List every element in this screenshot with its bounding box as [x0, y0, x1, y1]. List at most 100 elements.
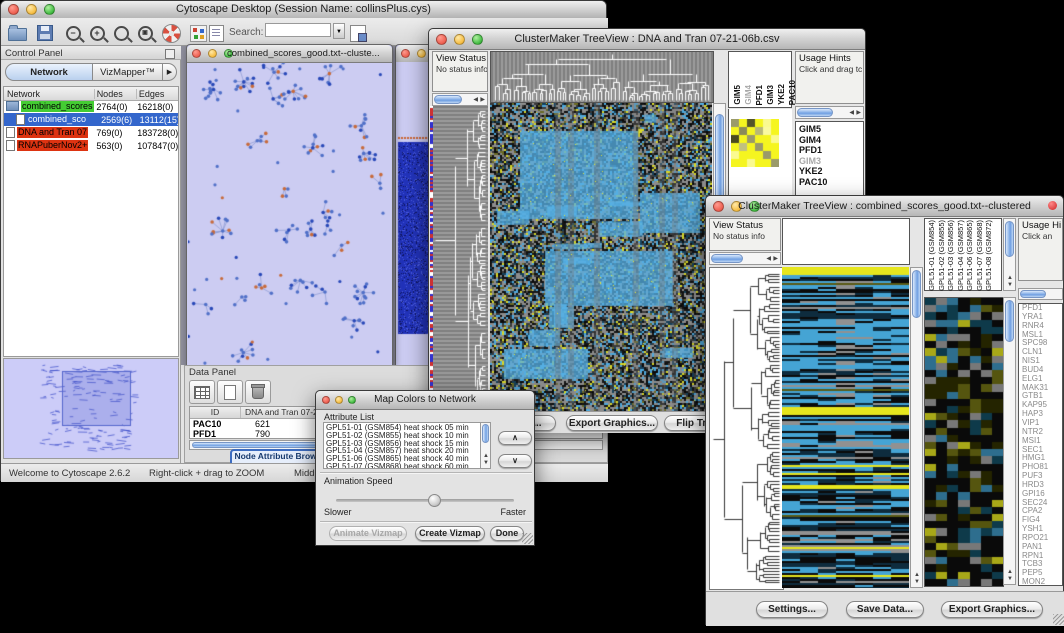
resize-grip[interactable] — [1053, 614, 1064, 625]
gene-label[interactable]: NIS1 — [1022, 357, 1062, 366]
labels-vscrollbar[interactable]: ▲▼ — [1003, 218, 1016, 291]
attribute-list[interactable]: GPL51-01 (GSM854) heat shock 05 minGPL51… — [323, 422, 491, 469]
attribute-list-item[interactable]: GPL51-06 (GSM865) heat shock 40 min — [324, 455, 490, 463]
slider-thumb[interactable] — [428, 494, 441, 507]
open-file-button[interactable] — [6, 22, 28, 44]
gene-label[interactable]: GIM5 — [799, 124, 863, 135]
hints-hscrollbar[interactable] — [1018, 288, 1063, 300]
network-table-header[interactable]: Network Nodes Edges — [4, 87, 178, 101]
gene-label[interactable]: MSL1 — [1022, 331, 1062, 340]
select-attributes-button[interactable] — [189, 380, 215, 404]
array-column-label[interactable]: GIM5 — [733, 85, 742, 105]
heatmap-vscrollbar[interactable]: ▲▼ — [910, 267, 923, 588]
attribute-list-scrollbar[interactable]: ▲▼ — [480, 422, 491, 469]
row-dendrogram[interactable] — [709, 267, 784, 590]
help-button[interactable] — [160, 22, 182, 44]
gene-label[interactable]: CLN1 — [1022, 348, 1062, 357]
gene-label[interactable]: TCB3 — [1022, 560, 1062, 569]
float-panel-icon[interactable] — [165, 49, 175, 59]
main-titlebar[interactable]: Cytoscape Desktop (Session Name: collins… — [1, 1, 606, 19]
gene-label[interactable]: GIM3 — [799, 156, 863, 167]
animate-vizmap-button[interactable]: Animate Vizmap — [329, 526, 407, 541]
labels-hscrollbar[interactable]: ◀▶ — [795, 106, 864, 119]
array-column-label[interactable]: GPL51-08 (GSM872) — [984, 220, 994, 291]
array-column-label[interactable]: GIM3 — [766, 85, 775, 105]
search-options-button[interactable] — [347, 22, 369, 44]
delete-attribute-button[interactable] — [245, 380, 271, 404]
gene-label[interactable]: PFD1 — [1022, 304, 1062, 313]
gene-label[interactable]: KAP95 — [1022, 401, 1062, 410]
annotation-button[interactable] — [205, 22, 227, 44]
gene-label[interactable]: YSH1 — [1022, 525, 1062, 534]
network-window-1[interactable]: combined_scores_good.txt--cluste... — [186, 44, 393, 366]
network-row-combined-scores[interactable]: combined_scores 2764(0) 16218(0) — [4, 100, 178, 113]
row-dendrogram[interactable] — [433, 106, 488, 411]
gene-label[interactable]: RPN1 — [1022, 552, 1062, 561]
gene-label[interactable]: HRD3 — [1022, 481, 1062, 490]
network-view-canvas[interactable] — [188, 63, 391, 365]
gene-label[interactable]: HAP3 — [1022, 410, 1062, 419]
gene-label[interactable]: PUF3 — [1022, 472, 1062, 481]
gene-label[interactable]: MAK31 — [1022, 384, 1062, 393]
gene-label[interactable]: NTR2 — [1022, 428, 1062, 437]
search-input[interactable] — [265, 23, 331, 37]
network-overview-panel[interactable] — [3, 358, 179, 459]
gene-label[interactable]: PFD1 — [799, 145, 863, 156]
attribute-list-item[interactable]: GPL51-02 (GSM855) heat shock 10 min — [324, 432, 490, 440]
similarity-matrix[interactable] — [731, 119, 779, 167]
gene-label[interactable]: PHO81 — [1022, 463, 1062, 472]
tab-network[interactable]: Network — [5, 63, 93, 81]
zoom-fit-button[interactable]: ▣ — [134, 22, 156, 44]
gene-label[interactable]: FIG4 — [1022, 516, 1062, 525]
gene-label[interactable]: GPI16 — [1022, 490, 1062, 499]
close-button[interactable] — [192, 49, 201, 58]
minimize-button[interactable] — [417, 49, 426, 58]
save-session-button[interactable] — [34, 22, 56, 44]
gene-label[interactable]: YRA1 — [1022, 313, 1062, 322]
move-up-button[interactable]: ∧ — [498, 431, 532, 445]
attribute-list-item[interactable]: GPL51-07 (GSM868) heat shock 60 min — [324, 463, 490, 469]
column-dendrogram-panel[interactable] — [782, 218, 910, 265]
treeview2-titlebar[interactable]: ClusterMaker TreeView : combined_scores_… — [706, 196, 1063, 217]
zoom-selected-button[interactable] — [110, 22, 132, 44]
col-header-id[interactable]: ID — [190, 407, 241, 418]
tab-vizmapper[interactable]: VizMapper™ — [93, 63, 163, 81]
zoom-vscrollbar[interactable]: ▲▼ — [1003, 297, 1016, 585]
gene-label[interactable]: PAN1 — [1022, 543, 1062, 552]
attribute-list-item[interactable]: GPL51-04 (GSM857) heat shock 20 min — [324, 447, 490, 455]
gene-label[interactable]: VIP1 — [1022, 419, 1062, 428]
export-graphics-button[interactable]: Export Graphics... — [941, 601, 1043, 618]
array-column-label[interactable]: GPL51-02 (GSM855) — [937, 220, 947, 291]
gene-label[interactable]: HMG1 — [1022, 454, 1062, 463]
heatmap-canvas[interactable] — [782, 267, 909, 588]
gene-label[interactable]: SEC24 — [1022, 499, 1062, 508]
zoom-heatmap-canvas[interactable] — [924, 297, 1004, 587]
dialog-titlebar[interactable]: Map Colors to Network — [316, 391, 534, 410]
zoom-in-button[interactable]: + — [86, 22, 108, 44]
close-button[interactable] — [401, 49, 410, 58]
gene-label[interactable]: PEP5 — [1022, 569, 1062, 578]
attribute-list-item[interactable]: GPL51-01 (GSM854) heat shock 05 min — [324, 424, 490, 432]
attribute-list-item[interactable]: GPL51-03 (GSM856) heat shock 15 min — [324, 440, 490, 448]
minimize-button[interactable] — [208, 49, 217, 58]
heatmap-canvas[interactable] — [490, 103, 712, 411]
network-row-dna-tran[interactable]: DNA and Tran 07 769(0) 183728(0) — [4, 126, 178, 139]
new-attribute-button[interactable] — [217, 380, 243, 404]
gene-label[interactable]: MSI1 — [1022, 437, 1062, 446]
array-column-label[interactable]: YKE2 — [777, 84, 786, 105]
move-down-button[interactable]: ∨ — [498, 454, 532, 468]
network-row-selected[interactable]: combined_sco 2569(6) 13112(15) — [4, 113, 178, 126]
save-data-button[interactable]: Save Data... — [846, 601, 924, 618]
create-vizmap-button[interactable]: Create Vizmap — [415, 526, 485, 541]
array-column-label[interactable]: GPL51-04 (GSM857) — [956, 220, 966, 291]
settings-button[interactable]: Settings... — [756, 601, 828, 618]
array-column-label[interactable]: PFD1 — [755, 85, 764, 105]
gene-label[interactable]: RPO21 — [1022, 534, 1062, 543]
array-column-label[interactable]: GIM4 — [744, 85, 753, 105]
gene-label[interactable]: ELG1 — [1022, 375, 1062, 384]
view-status-scrollbar[interactable]: ◀▶ — [432, 93, 488, 106]
gene-label[interactable]: BUD4 — [1022, 366, 1062, 375]
array-column-label[interactable]: GPL51-01 (GSM854) — [927, 220, 937, 291]
search-dropdown-button[interactable]: ▼ — [333, 23, 345, 39]
gene-label[interactable]: SEC1 — [1022, 446, 1062, 455]
